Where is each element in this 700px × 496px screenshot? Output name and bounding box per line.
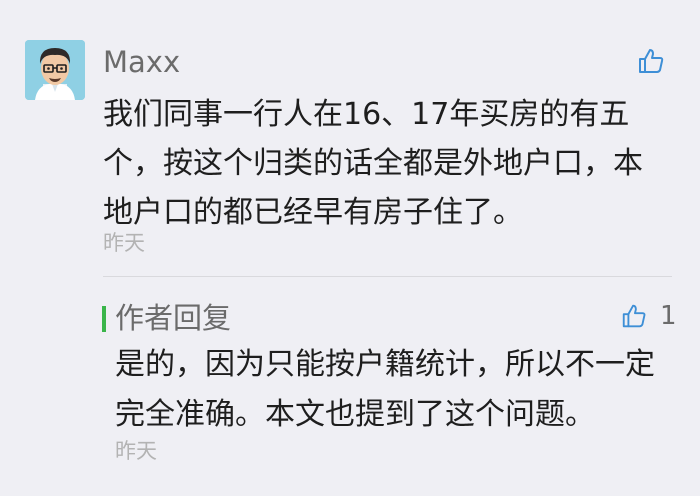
reply-label: 作者回复 (115, 301, 232, 335)
reply-text: 是的，因为只能按户籍统计，所以不一定完全准确。本文也提到了这个问题。 (115, 347, 655, 432)
comment-text: 我们同事一行人在16、17年买房的有五个，按这个归类的话全都是外地户口，本地户口… (103, 97, 643, 230)
avatar[interactable] (25, 40, 85, 100)
thumbs-up-icon (639, 49, 664, 73)
reply-like-button[interactable]: 1 (620, 300, 677, 332)
like-button[interactable] (636, 46, 666, 76)
reply-accent-bar (102, 306, 106, 332)
reply-like-count: 1 (660, 301, 677, 331)
comment-author[interactable]: Maxx (103, 44, 180, 80)
divider (103, 276, 672, 277)
avatar-image (25, 40, 85, 100)
reply-timestamp: 昨天 (115, 439, 157, 463)
comment-timestamp: 昨天 (103, 231, 145, 255)
thumbs-up-icon (622, 304, 646, 328)
